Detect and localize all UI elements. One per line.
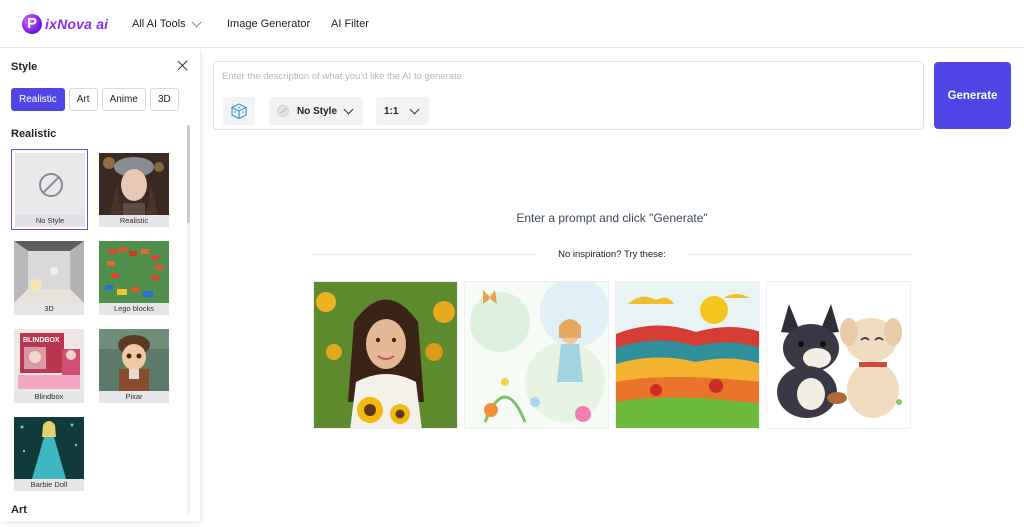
- tile-label: Blindbox: [14, 391, 84, 403]
- style-category-tabs: Realistic Art Anime 3D: [11, 88, 179, 111]
- prompt-input[interactable]: [222, 68, 912, 84]
- tile-label: Pixar: [99, 391, 169, 403]
- random-prompt-button[interactable]: [223, 97, 255, 125]
- nav-label: Image Generator: [227, 18, 311, 30]
- style-tile-realistic[interactable]: Realistic: [97, 151, 169, 229]
- tile-thumbnail: [99, 329, 169, 391]
- tab-realistic[interactable]: Realistic: [11, 88, 65, 111]
- empty-state-title: Enter a prompt and click "Generate": [516, 211, 708, 225]
- pixnova-logo[interactable]: ixNova ai: [22, 12, 108, 36]
- no-style-icon: [277, 105, 289, 117]
- chevron-down-icon: [343, 104, 354, 115]
- example-image-paper-landscape[interactable]: [615, 281, 760, 429]
- svg-text:BLINDBOX: BLINDBOX: [23, 337, 60, 344]
- tile-label: Lego blocks: [99, 303, 169, 315]
- tab-art[interactable]: Art: [68, 88, 98, 111]
- style-tile-barbie-doll[interactable]: Barbie Doll: [12, 415, 84, 493]
- style-sidebar: Style Realistic Art Anime 3D Realistic N…: [0, 49, 201, 521]
- style-tile-pixar[interactable]: Pixar: [97, 327, 169, 405]
- generate-button[interactable]: Generate: [934, 62, 1011, 129]
- top-header: ixNova ai All AI Tools Image Generator A…: [0, 0, 1024, 48]
- cube-icon: [230, 103, 248, 120]
- style-dropdown-label: No Style: [297, 105, 338, 117]
- no-style-icon: [39, 173, 63, 197]
- style-tile-3d[interactable]: 3D: [12, 239, 84, 317]
- aspect-ratio-dropdown[interactable]: 1:1: [376, 97, 429, 125]
- inspiration-label: No inspiration? Try these:: [558, 249, 666, 260]
- nav-label: All AI Tools: [132, 18, 186, 30]
- nav-ai-filter[interactable]: AI Filter: [331, 0, 369, 48]
- tile-thumbnail: [99, 153, 169, 215]
- tile-label: Barbie Doll: [14, 479, 84, 491]
- section-title-art: Art: [11, 504, 27, 516]
- tile-thumbnail: [99, 241, 169, 303]
- section-title-realistic: Realistic: [11, 128, 57, 140]
- tile-label: Realistic: [99, 215, 169, 227]
- tile-thumbnail: BLINDBOX: [14, 329, 84, 391]
- nav-label: AI Filter: [331, 18, 369, 30]
- tab-3d[interactable]: 3D: [149, 88, 179, 111]
- tile-thumbnail: [15, 153, 85, 215]
- close-icon[interactable]: [177, 60, 188, 71]
- sidebar-title: Style: [11, 61, 38, 73]
- style-tile-blindbox[interactable]: BLINDBOX Blindbox: [12, 327, 84, 405]
- style-tile-no-style[interactable]: No Style: [11, 149, 88, 230]
- chevron-down-icon: [191, 16, 202, 27]
- logo-icon: [22, 14, 42, 34]
- chevron-down-icon: [409, 104, 420, 115]
- aspect-ratio-label: 1:1: [384, 105, 399, 117]
- example-image-cartoon-dogs[interactable]: [766, 281, 911, 429]
- tab-anime[interactable]: Anime: [101, 88, 146, 111]
- prompt-box: No Style 1:1: [213, 61, 924, 130]
- tile-thumbnail: [14, 417, 84, 479]
- tile-label: 3D: [14, 303, 84, 315]
- logo-text: ixNova ai: [45, 16, 109, 32]
- example-image-watercolor-girl[interactable]: [464, 281, 609, 429]
- example-image-girl-sunflowers[interactable]: [313, 281, 458, 429]
- tile-label: No Style: [15, 215, 85, 227]
- nav-image-generator[interactable]: Image Generator: [227, 0, 310, 48]
- style-tile-lego-blocks[interactable]: Lego blocks: [97, 239, 169, 317]
- style-dropdown[interactable]: No Style: [269, 97, 363, 125]
- nav-all-ai-tools[interactable]: All AI Tools: [132, 0, 202, 48]
- scrollbar-thumb[interactable]: [187, 125, 190, 223]
- tile-thumbnail: [14, 241, 84, 303]
